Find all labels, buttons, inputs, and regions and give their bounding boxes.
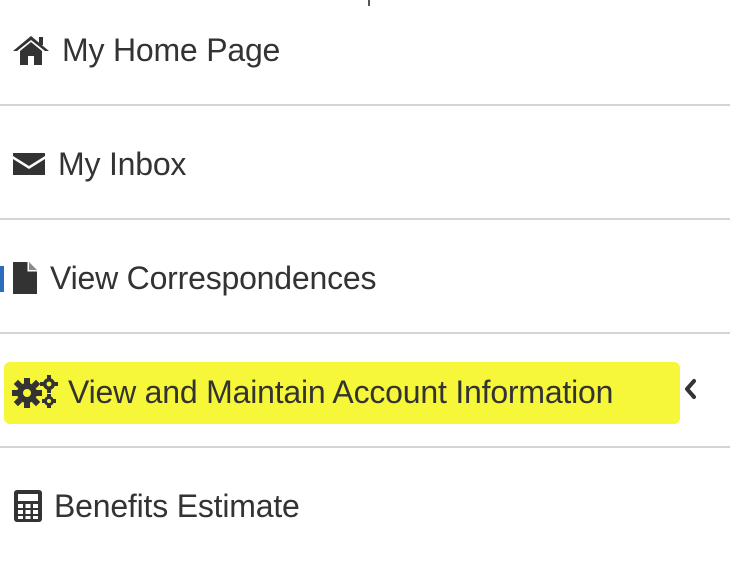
nav-item-my-inbox[interactable]: My Inbox [0,106,730,219]
nav-item-label: View Correspondences [50,259,377,296]
nav-item-label: My Inbox [58,145,187,182]
nav-item-my-home-page[interactable]: My Home Page [0,0,730,113]
calculator-icon [10,488,46,524]
nav-item-label: Benefits Estimate [54,487,300,524]
side-navigation-menu: My Home Page My Inbox View Correspondenc… [0,0,730,556]
gears-icon [10,375,60,409]
nav-item-view-correspondences[interactable]: View Correspondences [0,220,730,333]
nav-item-label: My Home Page [62,31,281,68]
nav-item-benefits-estimate[interactable]: Benefits Estimate [0,448,730,561]
file-icon [10,260,40,296]
chevron-left-icon[interactable] [680,374,700,404]
active-indicator [0,266,4,292]
nav-item-view-and-maintain-account-information[interactable]: View and Maintain Account Information [0,334,730,447]
home-icon [10,32,52,68]
envelope-icon [10,150,48,178]
nav-item-label: View and Maintain Account Information [68,373,614,410]
